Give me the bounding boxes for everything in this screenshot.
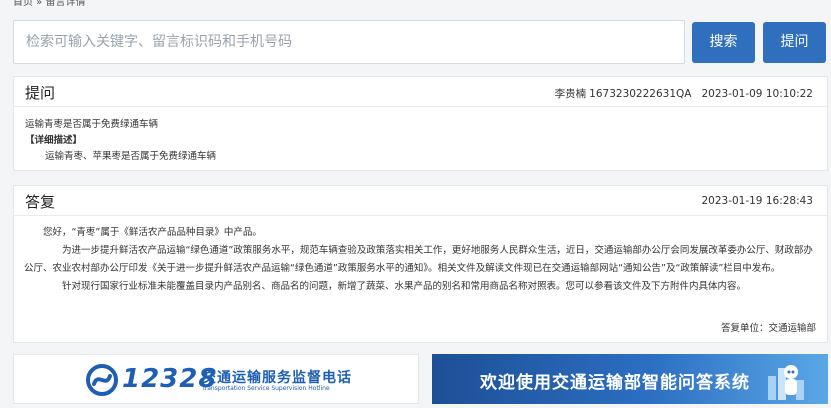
question-title: 运输青枣是否属于免费绿通车辆	[25, 119, 159, 130]
answer-signature: 答复单位：交通运输部	[720, 323, 816, 334]
search-input[interactable]	[13, 20, 685, 64]
detail-label: 【详细描述】	[25, 135, 83, 146]
search-bar: 搜索 提问	[13, 20, 828, 64]
question-heading: 提问	[25, 84, 56, 102]
assistant-banner-text: 欢迎使用交通运输部智能问答系统	[480, 373, 750, 393]
hotline-banner[interactable]: 12328 交通运输服务监督电话 Transportation Service …	[13, 354, 419, 404]
hotline-logo-icon	[86, 364, 118, 396]
question-time: 2023-01-09 10:10:22	[701, 88, 813, 100]
question-detail: 运输青枣、苹果枣是否属于免费绿通车辆	[45, 151, 217, 162]
assistant-banner[interactable]: 欢迎使用交通运输部智能问答系统	[432, 354, 828, 404]
answer-heading: 答复	[25, 193, 56, 211]
ask-question-button[interactable]: 提问	[763, 22, 826, 63]
question-author: 李贵楠	[554, 88, 587, 100]
answer-header: 答复 2023-01-19 16:28:43	[14, 186, 827, 216]
breadcrumb: 首页 » 留言详情	[13, 0, 86, 8]
answer-paragraph-3: 针对现行国家行业标准未能覆盖目录内产品别名、商品名的问题，新增了蔬菜、水果产品的…	[62, 281, 747, 292]
question-card: 提问 李贵楠 1673230222631QA 2023-01-09 10:10:22…	[13, 76, 828, 171]
hotline-title: 交通运输服务监督电话	[202, 370, 352, 386]
search-button[interactable]: 搜索	[692, 22, 755, 63]
question-body: 运输青枣是否属于免费绿通车辆 【详细描述】 运输青枣、苹果枣是否属于免费绿通车辆	[14, 107, 827, 165]
question-code: 1673230222631QA	[589, 88, 692, 100]
answer-paragraph-2: 为进一步提升鲜活农产品运输“绿色通道”政策服务水平，规范车辆查验及政策落实相关工…	[24, 245, 813, 274]
robot-icon	[768, 365, 804, 400]
question-header: 提问 李贵楠 1673230222631QA 2023-01-09 10:10:22	[14, 77, 827, 107]
question-meta: 李贵楠 1673230222631QA 2023-01-09 10:10:22	[555, 86, 813, 101]
answer-time: 2023-01-19 16:28:43	[701, 195, 813, 207]
answer-body: 您好，“青枣”属于《鲜活农产品品种目录》中产品。 为进一步提升鲜活农产品运输“绿…	[14, 216, 827, 296]
hotline-subtitle: Transportation Service Supervision Hotli…	[202, 385, 330, 392]
answer-paragraph-1: 您好，“青枣”属于《鲜活农产品品种目录》中产品。	[43, 227, 262, 238]
answer-card: 答复 2023-01-19 16:28:43 您好，“青枣”属于《鲜活农产品品种…	[13, 185, 828, 343]
